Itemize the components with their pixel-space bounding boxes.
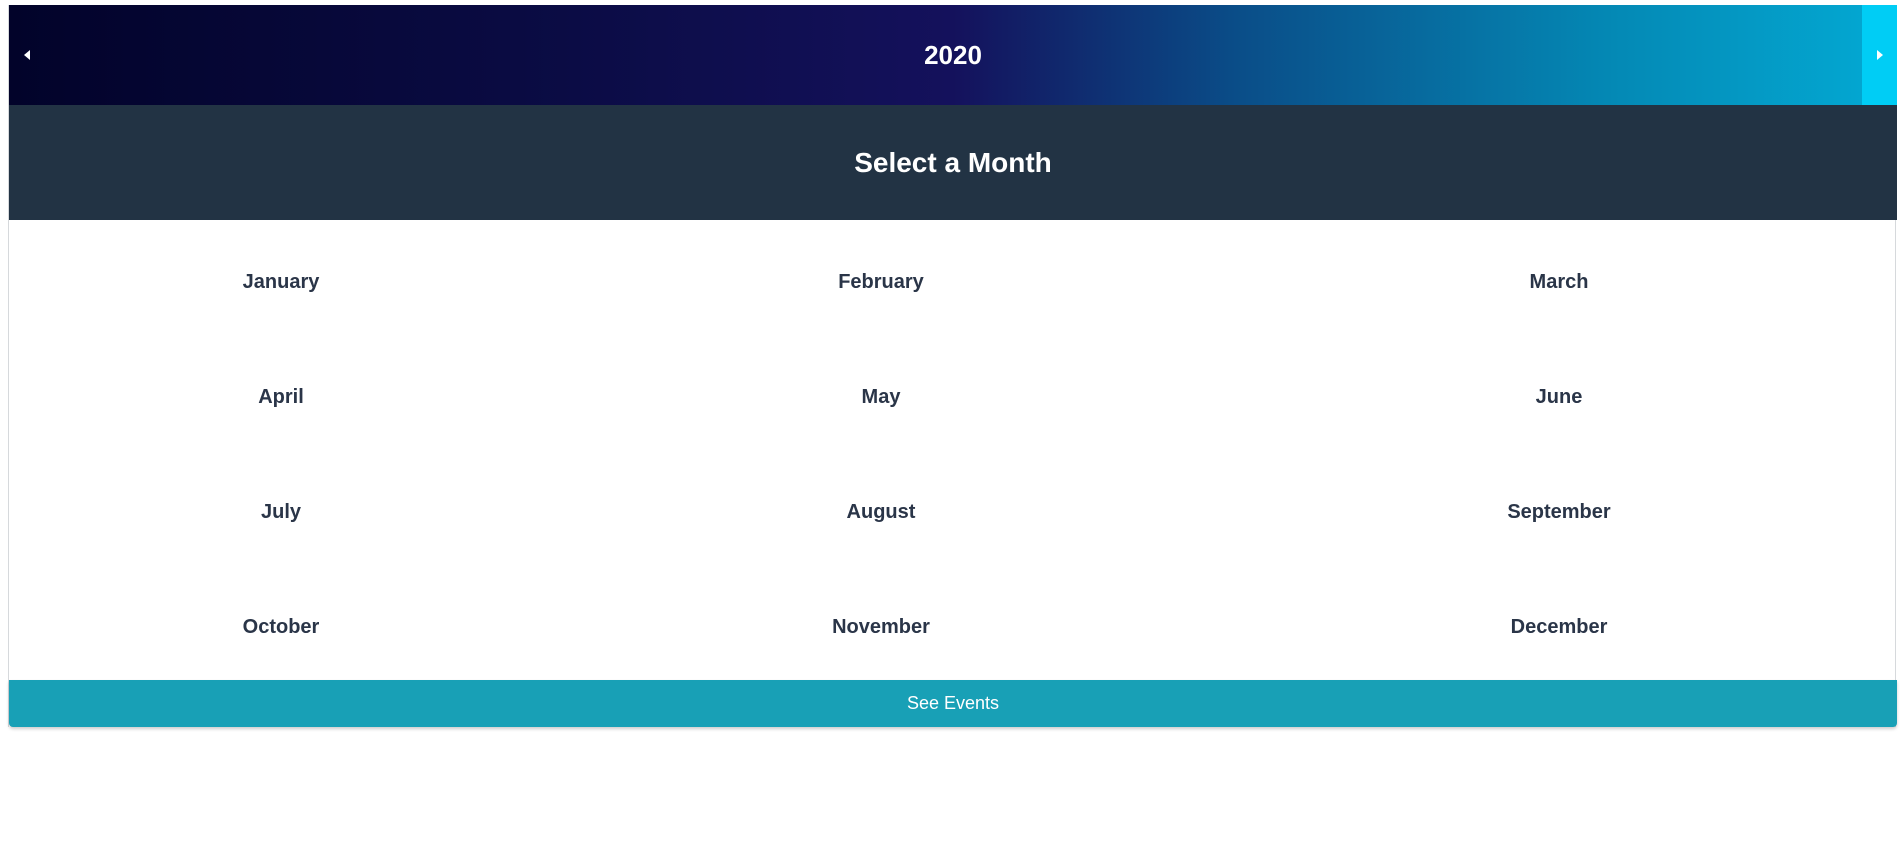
month-option-december[interactable]: December: [1359, 597, 1759, 657]
month-option-august[interactable]: August: [681, 482, 1081, 542]
month-option-september[interactable]: September: [1359, 482, 1759, 542]
month-option-january[interactable]: January: [81, 252, 481, 312]
month-option-may[interactable]: May: [681, 367, 1081, 427]
year-navigation-bar: 2020: [9, 5, 1897, 105]
see-events-button[interactable]: See Events: [9, 680, 1897, 727]
caret-right-icon: [1876, 50, 1883, 60]
month-option-march[interactable]: March: [1359, 252, 1759, 312]
previous-year-button[interactable]: [9, 5, 44, 105]
month-option-february[interactable]: February: [681, 252, 1081, 312]
month-option-july[interactable]: July: [81, 482, 481, 542]
select-month-heading: Select a Month: [9, 105, 1897, 220]
month-option-november[interactable]: November: [681, 597, 1081, 657]
year-label: 2020: [924, 40, 982, 70]
caret-left-icon: [23, 50, 30, 60]
month-option-june[interactable]: June: [1359, 367, 1759, 427]
month-picker-widget: 2020 Select a Month January February Mar…: [8, 5, 1897, 727]
month-option-october[interactable]: October: [81, 597, 481, 657]
next-year-button[interactable]: [1862, 5, 1897, 105]
month-option-april[interactable]: April: [81, 367, 481, 427]
month-grid: January February March April May June Ju…: [9, 220, 1897, 680]
